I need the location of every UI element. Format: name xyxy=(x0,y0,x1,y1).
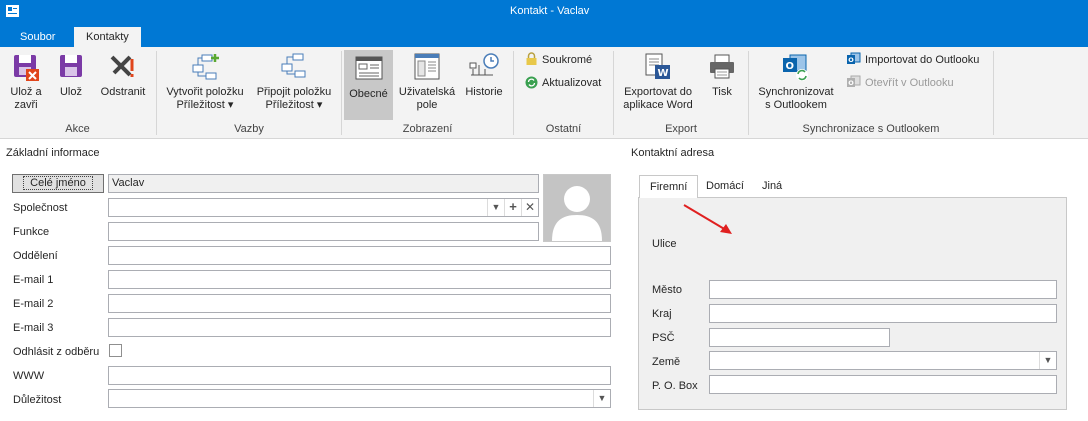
word-export-icon: W xyxy=(645,53,670,79)
importance-select[interactable]: ▼ xyxy=(108,389,611,408)
close-icon[interactable]: ✕ xyxy=(521,199,538,216)
email3-label: E-mail 3 xyxy=(13,322,54,334)
zip-label: PSČ xyxy=(652,332,675,344)
zip-field[interactable] xyxy=(709,328,890,347)
svg-text:W: W xyxy=(658,68,669,79)
group-label-zobrazeni: Zobrazení xyxy=(402,123,453,135)
full-name-button[interactable]: Celé jméno xyxy=(12,174,104,193)
email2-label: E-mail 2 xyxy=(13,298,54,310)
avatar[interactable] xyxy=(543,174,611,242)
save-icon xyxy=(60,55,82,77)
tab-soubor[interactable]: Soubor xyxy=(8,27,67,47)
group-label-sync: Synchronizace s Outlookem xyxy=(802,123,940,135)
svg-text:O: O xyxy=(848,79,854,87)
chevron-down-icon: ▾ xyxy=(316,99,323,111)
outlook-open-icon: O xyxy=(847,75,861,87)
refresh-button[interactable]: Aktualizovat xyxy=(525,75,601,93)
ribbon-tab-row: Soubor Kontakty xyxy=(0,24,1088,47)
create-opportunity-button[interactable]: Vytvořit položku Příležitost ▾ xyxy=(162,51,248,112)
region-label: Kraj xyxy=(652,308,672,320)
private-button[interactable]: Soukromé xyxy=(525,52,592,70)
unsubscribe-checkbox[interactable] xyxy=(109,344,122,357)
person-silhouette-icon xyxy=(544,175,610,241)
department-label: Oddělení xyxy=(13,250,58,262)
view-user-fields-button[interactable]: Uživatelská pole xyxy=(396,51,458,112)
group-label-export: Export xyxy=(665,123,697,135)
region-field[interactable] xyxy=(709,304,1057,323)
chevron-down-icon[interactable]: ▼ xyxy=(593,390,610,407)
unsubscribe-label: Odhlásit z odběru xyxy=(13,346,100,358)
chevron-down-icon[interactable]: ▼ xyxy=(487,199,504,216)
open-outlook-button[interactable]: O Otevřít v Outlooku xyxy=(846,75,954,93)
save-button[interactable]: Ulož xyxy=(54,51,88,99)
chevron-down-icon[interactable]: ▼ xyxy=(1039,352,1056,369)
function-label: Funkce xyxy=(13,226,50,238)
city-field[interactable] xyxy=(709,280,1057,299)
company-label: Společnost xyxy=(13,202,68,214)
email3-field[interactable] xyxy=(108,318,611,337)
save-close-button[interactable]: Ulož a zavři xyxy=(6,51,46,112)
address-tab-jina[interactable]: Jiná xyxy=(752,175,792,197)
create-opportunity-icon xyxy=(192,54,219,80)
pobox-label: P. O. Box xyxy=(652,380,698,392)
plus-icon[interactable]: + xyxy=(504,199,521,216)
outlook-import-icon: O xyxy=(847,52,861,64)
lock-icon xyxy=(526,52,537,65)
pobox-field[interactable] xyxy=(709,375,1057,394)
street-label: Ulice xyxy=(652,238,677,250)
ribbon-separator xyxy=(993,51,994,135)
email2-field[interactable] xyxy=(108,294,611,313)
print-button[interactable]: Tisk xyxy=(704,51,740,99)
chevron-down-icon: ▾ xyxy=(227,99,234,111)
svg-text:O: O xyxy=(786,61,795,72)
group-label-ostatni: Ostatní xyxy=(545,123,582,135)
function-field[interactable] xyxy=(108,222,539,241)
printer-icon xyxy=(710,54,734,79)
www-label: WWW xyxy=(13,370,45,382)
view-general-button[interactable]: Obecné xyxy=(344,50,393,120)
attach-opportunity-button[interactable]: Připojit položku Příležitost ▾ xyxy=(252,51,336,112)
refresh-icon xyxy=(525,76,538,89)
red-arrow-annotation xyxy=(683,204,732,234)
export-word-button[interactable]: W Exportovat do aplikace Word xyxy=(620,51,696,112)
save-close-icon xyxy=(14,55,39,81)
department-field[interactable] xyxy=(108,246,611,265)
title-bar: Kontakt - Vaclav xyxy=(0,0,1088,24)
group-label-akce: Akce xyxy=(65,123,90,135)
basic-info-title: Základní informace xyxy=(6,147,100,159)
city-label: Město xyxy=(652,284,682,296)
tab-kontakty[interactable]: Kontakty xyxy=(74,27,141,47)
ribbon: Ulož a zavři Ulož Odstranit Akce Vytvoři… xyxy=(0,47,1088,139)
view-history-button[interactable]: Historie xyxy=(462,51,506,99)
outlook-sync-icon: O xyxy=(783,54,808,81)
delete-button[interactable]: Odstranit xyxy=(97,51,149,99)
email1-field[interactable] xyxy=(108,270,611,289)
address-tab-firemni[interactable]: Firemní xyxy=(639,175,699,198)
sync-outlook-button[interactable]: O Synchronizovat s Outlookem xyxy=(756,51,836,112)
import-outlook-button[interactable]: O Importovat do Outlooku xyxy=(846,52,979,70)
user-fields-icon xyxy=(414,53,440,80)
www-field[interactable] xyxy=(108,366,611,385)
company-combo[interactable]: ▼ + ✕ xyxy=(108,198,539,217)
delete-icon xyxy=(110,55,134,77)
svg-text:O: O xyxy=(848,56,854,64)
country-label: Země xyxy=(652,356,681,368)
full-name-field[interactable]: Vaclav xyxy=(108,174,539,193)
group-label-vazby: Vazby xyxy=(234,123,264,135)
history-icon xyxy=(469,53,499,76)
address-tab-domaci[interactable]: Domácí xyxy=(696,175,754,197)
window-title: Kontakt - Vaclav xyxy=(510,5,590,17)
email1-label: E-mail 1 xyxy=(13,274,54,286)
country-select[interactable]: ▼ xyxy=(709,351,1057,370)
address-title: Kontaktní adresa xyxy=(631,147,715,159)
attach-opportunity-icon xyxy=(281,53,306,78)
importance-label: Důležitost xyxy=(13,394,62,406)
general-view-icon xyxy=(355,56,382,80)
